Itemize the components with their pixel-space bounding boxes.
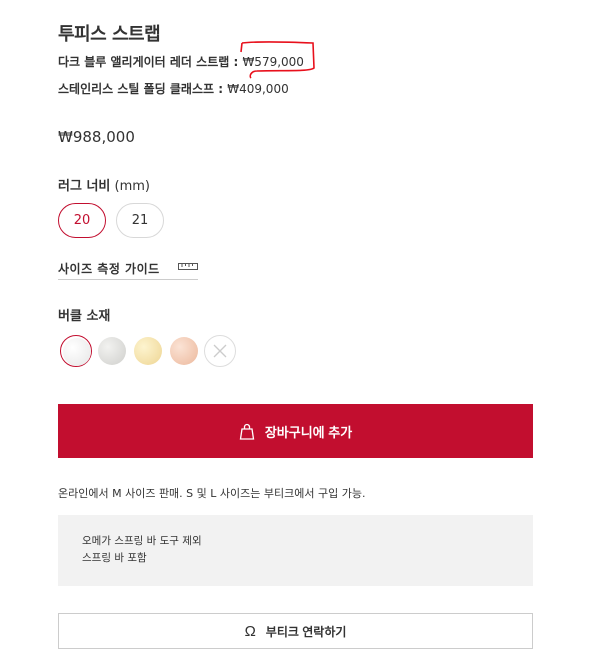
clasp-component-price: ₩409,000: [227, 82, 289, 96]
swatch-fill: [134, 337, 162, 365]
strap-component-line: 다크 블루 앨리게이터 레더 스트랩 : ₩579,000: [58, 53, 304, 70]
info-line: 스프링 바 포함: [82, 552, 147, 564]
clasp-component-label: 스테인리스 스틸 폴딩 클래스프 :: [58, 82, 228, 96]
contact-boutique-label: 부티크 연락하기: [265, 624, 347, 639]
omega-icon: Ω: [244, 622, 256, 640]
size-guide-link[interactable]: 사이즈 측정 가이드: [58, 258, 198, 280]
add-to-cart-button[interactable]: 장바구니에 추가: [58, 404, 533, 458]
swatch-fill: [98, 337, 126, 365]
buckle-material-label: 버클 소재: [58, 309, 111, 324]
buckle-swatch-grey[interactable]: [96, 335, 128, 367]
ruler-icon: [178, 263, 198, 270]
lug-width-label: 러그 너비 (mm): [58, 175, 150, 194]
swatch-fill: [170, 337, 198, 365]
info-line: 오메가 스프링 바 도구 제외: [82, 535, 202, 547]
info-box: 오메가 스프링 바 도구 제외 스프링 바 포함: [58, 515, 533, 586]
lug-option-20[interactable]: 20: [58, 203, 106, 238]
unavailable-x-icon: [213, 344, 227, 358]
lug-width-title: 러그 너비: [58, 179, 111, 194]
clasp-component-line: 스테인리스 스틸 폴딩 클래스프 : ₩409,000: [58, 80, 289, 97]
buckle-swatch-yellow-gold[interactable]: [132, 335, 164, 367]
lug-width-unit: (mm): [110, 179, 150, 194]
strap-component-label: 다크 블루 앨리게이터 레더 스트랩 :: [58, 55, 243, 69]
strap-component-price: ₩579,000: [242, 55, 304, 69]
product-title: 투피스 스트랩: [58, 24, 161, 45]
lug-option-21[interactable]: 21: [116, 203, 164, 238]
size-availability-notice: 온라인에서 M 사이즈 판매. S 및 L 사이즈는 부티크에서 구입 가능.: [58, 487, 366, 500]
swatch-fill: [63, 338, 91, 366]
total-price: ₩988,000: [58, 128, 135, 146]
contact-boutique-button[interactable]: Ω 부티크 연락하기: [58, 613, 533, 649]
add-to-cart-label: 장바구니에 추가: [264, 424, 353, 440]
size-guide-label: 사이즈 측정 가이드: [58, 262, 160, 276]
buckle-swatch-stainless-steel[interactable]: [60, 335, 92, 367]
buckle-swatch-rose-gold[interactable]: [168, 335, 200, 367]
shopping-bag-icon: [239, 423, 255, 440]
buckle-swatch-none[interactable]: [204, 335, 236, 367]
